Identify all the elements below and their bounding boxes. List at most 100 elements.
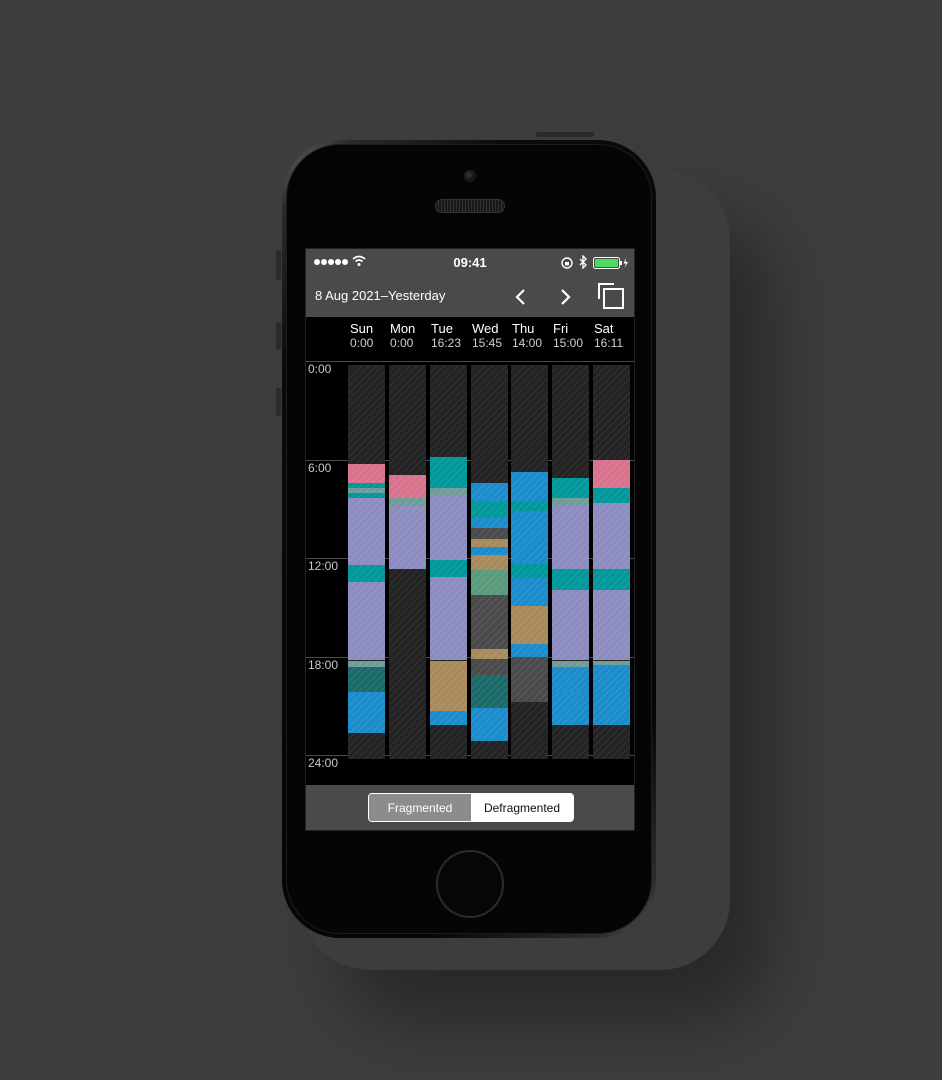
activity-segment[interactable] [593, 665, 630, 692]
activity-segment[interactable] [552, 478, 589, 498]
home-button[interactable] [436, 850, 504, 918]
activity-segment[interactable] [511, 471, 548, 502]
day-name: Fri [553, 321, 569, 336]
activity-segment[interactable] [471, 517, 508, 528]
day-name: Tue [431, 321, 453, 336]
activity-segment[interactable] [552, 497, 589, 507]
fragmented-button[interactable]: Fragmented [369, 794, 471, 821]
activity-segment[interactable] [593, 568, 630, 590]
day-total-time: 16:11 [594, 336, 624, 350]
activity-segment[interactable] [511, 563, 548, 579]
day-total-time: 16:23 [431, 336, 462, 350]
activity-segment[interactable] [552, 568, 589, 590]
activity-segment[interactable] [430, 494, 467, 561]
activity-segment[interactable] [471, 501, 508, 518]
day-bar-tue[interactable] [430, 365, 467, 759]
activity-segment[interactable] [552, 589, 589, 661]
nav-bar: 8 Aug 2021–Yesterday [306, 277, 634, 317]
activity-segment[interactable] [511, 606, 548, 645]
activity-segment[interactable] [348, 463, 385, 484]
activity-segment[interactable] [389, 497, 426, 507]
activity-segment[interactable] [593, 460, 630, 489]
hour-gridline [306, 361, 634, 362]
activity-segment[interactable] [348, 565, 385, 582]
day-name: Sat [594, 321, 614, 336]
day-column-header: Sat 16:11 [592, 321, 632, 350]
day-bar-fri[interactable] [552, 365, 589, 759]
day-column-header: Tue 16:23 [429, 321, 469, 350]
hour-tick-label: 6:00 [308, 460, 332, 475]
activity-segment[interactable] [593, 691, 630, 725]
copy-icon[interactable] [596, 281, 626, 311]
date-range-title: 8 Aug 2021–Yesterday [315, 288, 446, 303]
day-name: Sun [350, 321, 374, 336]
activity-segment[interactable] [471, 594, 508, 649]
hour-tick-label: 0:00 [308, 362, 332, 376]
activity-segment[interactable] [511, 501, 548, 512]
activity-segment[interactable] [471, 555, 508, 571]
volume-down-button [276, 388, 281, 416]
activity-segment[interactable] [348, 581, 385, 661]
day-total-time: 15:00 [553, 336, 584, 350]
day-bar-sat[interactable] [593, 365, 630, 759]
camera-icon [464, 170, 476, 182]
day-name: Mon [390, 321, 416, 336]
activity-segment[interactable] [471, 570, 508, 595]
activity-segment[interactable] [593, 589, 630, 661]
activity-segment[interactable] [430, 456, 467, 489]
day-name: Thu [512, 321, 535, 336]
activity-segment[interactable] [471, 649, 508, 659]
activity-segment[interactable] [430, 660, 467, 712]
activity-segment[interactable] [511, 657, 548, 702]
activity-segment[interactable] [471, 675, 508, 709]
day-bar-sun[interactable] [348, 365, 385, 759]
orientation-lock-icon [561, 257, 573, 269]
activity-segment[interactable] [552, 691, 589, 725]
battery-icon [593, 257, 628, 269]
activity-segment[interactable] [471, 483, 508, 502]
activity-segment[interactable] [511, 644, 548, 658]
day-total-time: 0:00 [390, 336, 414, 350]
activity-segment[interactable] [348, 667, 385, 692]
activity-segment[interactable] [430, 711, 467, 725]
day-column-header: Mon 0:00 [388, 321, 428, 350]
day-header: Sun 0:00 Mon 0:00 Tue 16:23 Wed 15:45 Thu 14:00 Fr… [306, 317, 634, 355]
activity-segment[interactable] [389, 506, 426, 569]
day-total-time: 15:45 [472, 336, 503, 350]
activity-segment[interactable] [348, 691, 385, 733]
chevron-right-icon[interactable] [555, 285, 575, 309]
activity-segment[interactable] [511, 578, 548, 607]
power-button [536, 132, 594, 137]
day-bar-mon[interactable] [389, 365, 426, 759]
activity-segment[interactable] [471, 547, 508, 556]
activity-segment[interactable] [430, 576, 467, 661]
activity-segment[interactable] [471, 527, 508, 539]
day-bar-wed[interactable] [471, 365, 508, 759]
day-bar-thu[interactable] [511, 365, 548, 759]
activity-segment[interactable] [471, 658, 508, 676]
week-chart: 0:00 6:00 12:00 18:00 24:00 [306, 361, 634, 771]
volume-up-button [276, 322, 281, 350]
activity-segment[interactable] [593, 488, 630, 503]
day-column-header: Thu 14:00 [510, 321, 550, 350]
activity-segment[interactable] [593, 502, 630, 569]
activity-segment[interactable] [430, 560, 467, 577]
hour-tick-label: 24:00 [308, 756, 339, 770]
activity-segment[interactable] [348, 497, 385, 566]
activity-segment[interactable] [552, 506, 589, 569]
day-column-header: Wed 15:45 [470, 321, 510, 350]
day-name: Wed [472, 321, 499, 336]
activity-segment[interactable] [389, 474, 426, 498]
activity-segment[interactable] [552, 667, 589, 692]
day-total-time: 0:00 [350, 336, 374, 350]
defragmented-button[interactable]: Defragmented [471, 794, 573, 821]
activity-segment[interactable] [471, 539, 508, 548]
day-column-header: Fri 15:00 [551, 321, 591, 350]
day-total-time: 14:00 [512, 336, 543, 350]
hour-tick-label: 12:00 [308, 559, 339, 573]
activity-segment[interactable] [511, 511, 548, 564]
speaker-grille [435, 199, 505, 213]
activity-segment[interactable] [471, 708, 508, 741]
mute-switch [276, 250, 281, 280]
chevron-left-icon[interactable] [511, 285, 531, 309]
